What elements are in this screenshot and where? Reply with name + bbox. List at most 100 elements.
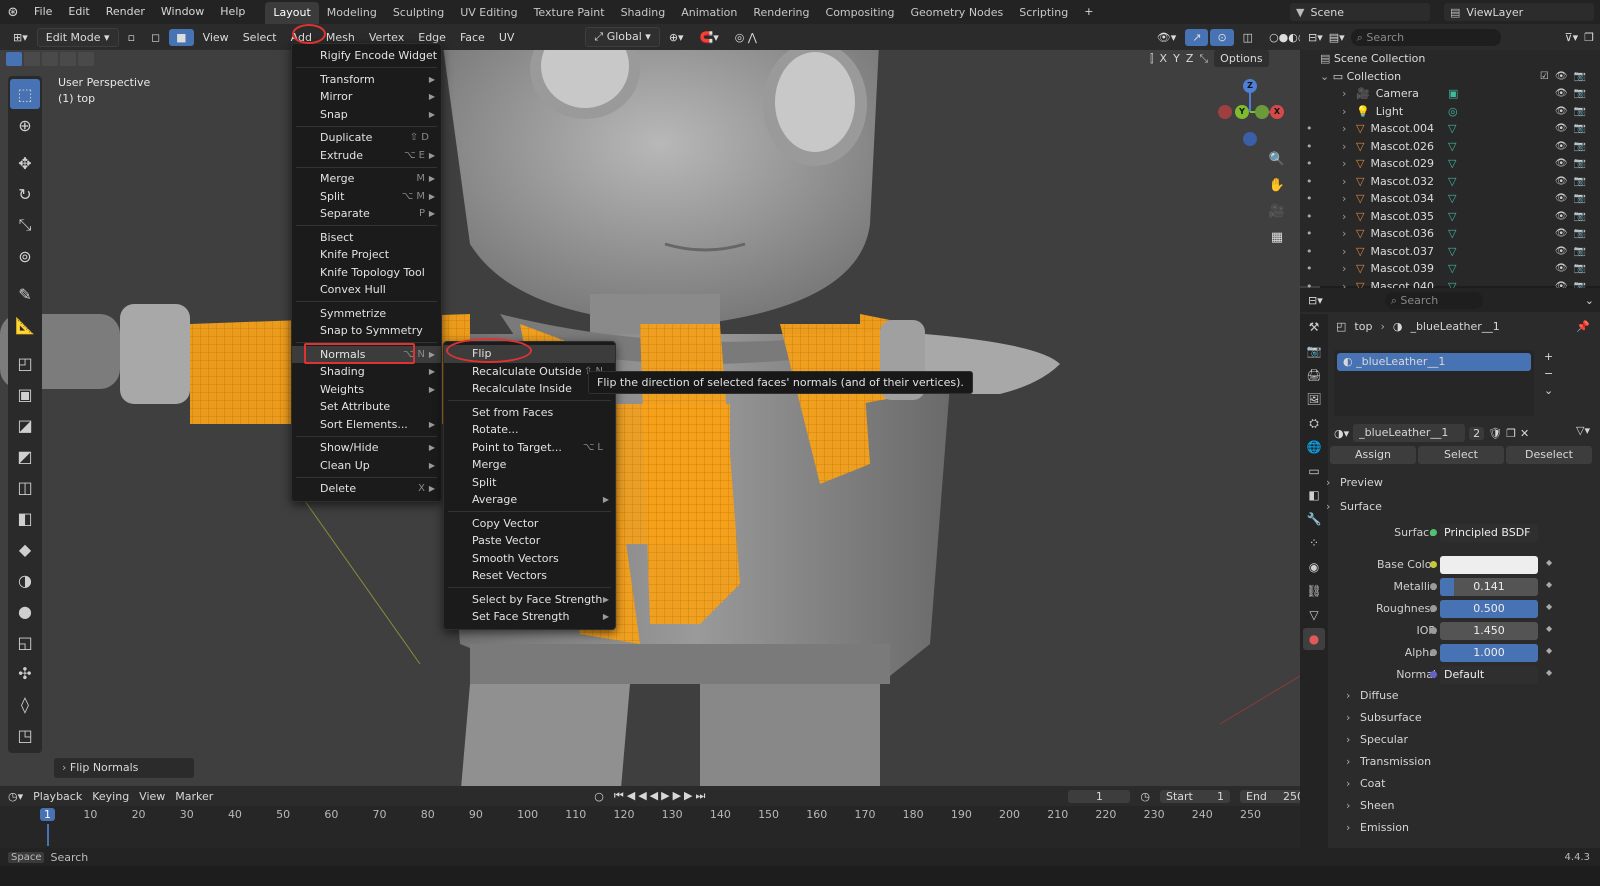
poly-build-tool-icon[interactable]: ◆ — [10, 534, 40, 564]
expand-chevron-icon[interactable]: › — [1342, 260, 1346, 278]
data-tab-icon[interactable]: ▽ — [1303, 604, 1325, 626]
spin-tool-icon[interactable]: ◑ — [10, 565, 40, 595]
edit-mode-dot-icon[interactable]: • — [1306, 173, 1313, 191]
current-frame-field[interactable]: 1 — [1068, 789, 1131, 803]
fake-user-icon[interactable]: 🛡 — [1488, 427, 1502, 440]
prop-field-metallic[interactable]: 0.141 — [1440, 578, 1538, 596]
prop-field-ior[interactable]: 1.450 — [1440, 622, 1538, 640]
gizmo-z[interactable]: Z — [1243, 79, 1257, 93]
outliner-row[interactable]: • › ▽ Mascot.032 ▽ 👁📷 — [1300, 173, 1600, 191]
slot-specials-icon[interactable]: ⌄ — [1544, 384, 1553, 397]
blender-logo-icon[interactable]: ⊛ — [0, 5, 26, 20]
preview-range-icon[interactable]: ◷ — [1140, 790, 1150, 803]
pivot-icon[interactable]: ⊕▾ — [662, 29, 691, 46]
visibility-toggles[interactable]: 👁📷 — [1555, 208, 1592, 226]
menu-item-rigify-encode-widget[interactable]: Rigify Encode Widget — [292, 47, 441, 65]
menu-item-snap[interactable]: Snap ▶ — [292, 106, 441, 124]
editor-type-icon[interactable]: ⊟▾ — [1308, 294, 1323, 307]
tool-tab-icon[interactable]: ⚒ — [1303, 316, 1325, 338]
menu-file[interactable]: File — [26, 0, 60, 24]
edit-mode-dot-icon[interactable]: • — [1306, 225, 1313, 243]
panel-transmission[interactable]: Transmission — [1346, 755, 1431, 768]
assign-button[interactable]: Assign — [1330, 446, 1416, 464]
outliner-row[interactable]: • › ▽ Mascot.034 ▽ 👁📷 — [1300, 190, 1600, 208]
axis-y[interactable]: Y — [1173, 52, 1180, 65]
menu-item-convex-hull[interactable]: Convex Hull — [292, 281, 441, 299]
outliner-row[interactable]: › 💡 Light ◎ 👁📷 — [1300, 103, 1600, 121]
outliner-row[interactable]: • › ▽ Mascot.035 ▽ 👁📷 — [1300, 208, 1600, 226]
view-layer-tab-icon[interactable]: 🖼 — [1303, 388, 1325, 410]
menu-item-split[interactable]: Split — [444, 474, 615, 492]
physics-tab-icon[interactable]: ◉ — [1303, 556, 1325, 578]
auto-merge-icon[interactable]: ⤡ — [1199, 52, 1208, 66]
cursor-tool-icon[interactable]: ⊕ — [10, 110, 40, 140]
world-tab-icon[interactable]: 🌐 — [1303, 436, 1325, 458]
outliner-row[interactable]: • › ▽ Mascot.004 ▽ 👁📷 — [1300, 120, 1600, 138]
panel-diffuse[interactable]: Diffuse — [1346, 689, 1398, 702]
menu-help[interactable]: Help — [212, 0, 253, 24]
overlay-icon[interactable]: ⊙ — [1210, 28, 1234, 46]
menu-render[interactable]: Render — [98, 0, 153, 24]
panel-coat[interactable]: Coat — [1346, 777, 1386, 790]
menu-item-split[interactable]: Split ⌥ M ▶ — [292, 188, 441, 206]
move-tool-icon[interactable]: ✥ — [10, 148, 40, 178]
expand-chevron-icon[interactable]: › — [1342, 225, 1346, 243]
pan-hand-icon[interactable]: ✋ — [1266, 175, 1288, 197]
frame-ruler[interactable]: 1 10 20 30 40 50 60 70 80 90 100 110 120 130 140 150 160… — [0, 808, 1320, 824]
edit-mode-dot-icon[interactable]: • — [1306, 208, 1313, 226]
edit-mode-dot-icon[interactable]: • — [1306, 190, 1313, 208]
tab-geometry-nodes[interactable]: Geometry Nodes — [902, 2, 1011, 24]
editor-type-icon[interactable]: ⊞▾ — [6, 29, 35, 46]
inset-tool-icon[interactable]: ◪ — [10, 410, 40, 440]
panel-specular[interactable]: Specular — [1346, 733, 1408, 746]
timeline-menu-marker[interactable]: Marker — [175, 790, 213, 803]
visibility-toggles[interactable]: 👁📷 — [1555, 173, 1592, 191]
select-mode-vertex-icon[interactable]: ▫ — [121, 29, 142, 46]
axis-z[interactable]: Z — [1186, 52, 1194, 65]
expand-chevron-icon[interactable]: › — [1342, 85, 1346, 103]
options-button[interactable]: Options — [1214, 50, 1269, 67]
expand-chevron-icon[interactable]: › — [1342, 190, 1346, 208]
edit-mode-dot-icon[interactable]: • — [1306, 138, 1313, 156]
expand-chevron-icon[interactable]: › — [1342, 120, 1346, 138]
menu-item-delete[interactable]: Delete X ▶ — [292, 480, 441, 498]
menu-item-rotate[interactable]: Rotate... — [444, 421, 615, 439]
mesh-data-icon[interactable]: ▽ — [1448, 243, 1456, 261]
menu-edit[interactable]: Edit — [60, 0, 97, 24]
outliner-row[interactable]: › 🎥 Camera ▣ 👁📷 — [1300, 85, 1600, 103]
gizmo-neg-z[interactable] — [1243, 132, 1257, 146]
menu-item-shading[interactable]: Shading ▶ — [292, 363, 441, 381]
shrink-tool-icon[interactable]: ✣ — [10, 658, 40, 688]
tab-uv-editing[interactable]: UV Editing — [452, 2, 525, 24]
menu-item-separate[interactable]: Separate P ▶ — [292, 205, 441, 223]
menu-item-mirror[interactable]: Mirror ▶ — [292, 88, 441, 106]
mesh-data-icon[interactable]: ▽ — [1448, 120, 1456, 138]
preview-panel[interactable]: Preview — [1326, 476, 1383, 489]
loop-cut-tool-icon[interactable]: ◫ — [10, 472, 40, 502]
menu-item-show-hide[interactable]: Show/Hide ▶ — [292, 439, 441, 457]
surface-panel[interactable]: Surface — [1326, 500, 1382, 513]
outliner-row[interactable]: • › ▽ Mascot.029 ▽ 👁📷 — [1300, 155, 1600, 173]
timeline-editor[interactable]: ◷▾ Playback Keying View Marker ○ ⏮◀◀◀▶▶▶⏭ 1… — [0, 786, 1320, 848]
gizmo-neg-x[interactable] — [1218, 105, 1232, 119]
browse-material-icon[interactable]: ◑▾ — [1334, 427, 1349, 440]
prop-field-roughness[interactable]: 0.500 — [1440, 600, 1538, 618]
object-tab-icon[interactable]: ◧ — [1303, 484, 1325, 506]
keyframe-dot-icon[interactable]: ◆ — [1546, 668, 1552, 677]
collection-tab-icon[interactable]: ▭ — [1303, 460, 1325, 482]
menu-item-clean-up[interactable]: Clean Up ▶ — [292, 457, 441, 475]
tab-rendering[interactable]: Rendering — [745, 2, 817, 24]
tab-shading[interactable]: Shading — [613, 2, 674, 24]
visibility-toggles[interactable]: 👁📷 — [1555, 85, 1592, 103]
outliner-row[interactable]: • › ▽ Mascot.036 ▽ 👁📷 — [1300, 225, 1600, 243]
mesh-data-icon[interactable]: ▽ — [1448, 260, 1456, 278]
user-count[interactable]: 2 — [1469, 426, 1485, 440]
panel-emission[interactable]: Emission — [1346, 821, 1409, 834]
add-workspace-button[interactable]: + — [1076, 0, 1101, 24]
panel-subsurface[interactable]: Subsurface — [1346, 711, 1422, 724]
tab-texture-paint[interactable]: Texture Paint — [526, 2, 613, 24]
gizmo-x[interactable]: X — [1270, 105, 1284, 119]
menu-uv[interactable]: UV — [492, 29, 522, 46]
camera-data-icon[interactable]: ▣ — [1448, 85, 1458, 103]
outliner-row[interactable]: • › ▽ Mascot.037 ▽ 👁📷 — [1300, 243, 1600, 261]
